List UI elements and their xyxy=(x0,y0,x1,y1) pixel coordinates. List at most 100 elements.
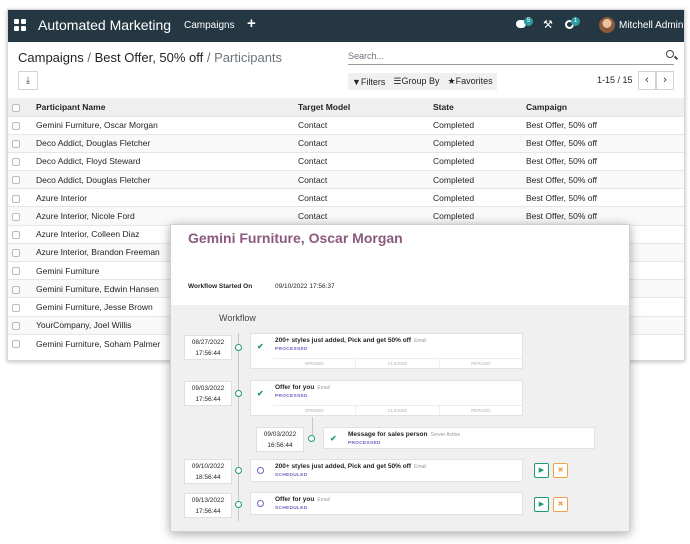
table-row[interactable]: Azure Interior Contact Completed Best Offer… xyxy=(8,188,684,207)
breadcrumb-campaigns[interactable]: Campaigns xyxy=(18,50,84,65)
row-select-cell xyxy=(8,170,32,189)
row-checkbox[interactable] xyxy=(12,230,20,239)
row-select-cell xyxy=(8,188,32,207)
participant-title: Gemini Furniture, Oscar Morgan xyxy=(188,230,403,246)
metric-clicked: CLICKED xyxy=(355,406,438,415)
cell-campaign: Best Offer, 50% off xyxy=(522,206,684,226)
cancel-activity-button[interactable]: ✖ xyxy=(553,497,568,512)
add-menu-icon[interactable]: + xyxy=(247,15,256,32)
row-checkbox[interactable] xyxy=(12,249,20,258)
activity-card[interactable]: 200+ styles just added, Pick and get 50%… xyxy=(250,459,523,482)
header-campaign[interactable]: Campaign xyxy=(522,98,684,116)
row-checkbox[interactable] xyxy=(12,194,20,203)
run-activity-button[interactable]: ▶ xyxy=(534,497,549,512)
row-checkbox[interactable] xyxy=(12,121,20,130)
activity-card[interactable]: ✔ Message for sales person Server Action … xyxy=(323,427,595,449)
scheduled-clock-icon xyxy=(257,500,264,507)
table-row[interactable]: Deco Addict, Douglas Fletcher Contact Comp… xyxy=(8,133,684,153)
row-checkbox[interactable] xyxy=(12,158,20,167)
cell-participant-name: Azure Interior xyxy=(32,188,294,207)
cell-state: Completed xyxy=(429,133,522,153)
row-select-cell xyxy=(8,260,32,280)
activity-date-box: 09/03/2022 17:56:44 xyxy=(184,381,232,406)
cell-target-model: Contact xyxy=(294,151,429,171)
cell-state: Completed xyxy=(429,115,522,135)
processed-check-icon: ✔ xyxy=(330,434,337,443)
timeline-node xyxy=(235,467,242,474)
activity-name: Offer for you xyxy=(275,384,315,391)
group-by-button[interactable]: ☰Group By xyxy=(389,76,443,87)
activity-status: PROCESSED xyxy=(275,347,308,352)
search-input[interactable]: Search... xyxy=(348,50,674,65)
filters-label: Filters xyxy=(360,76,386,87)
row-checkbox[interactable] xyxy=(12,321,20,330)
pager-previous-button[interactable]: ‹ xyxy=(638,71,656,90)
timeline-line xyxy=(238,333,239,521)
scheduled-clock-icon xyxy=(257,467,264,474)
row-select-cell xyxy=(8,224,32,244)
cell-participant-name: Deco Addict, Floyd Steward xyxy=(32,151,294,171)
activity-date: 09/03/2022 xyxy=(191,385,225,392)
row-checkbox[interactable] xyxy=(12,267,20,276)
activity-type: Email xyxy=(317,497,330,503)
row-checkbox[interactable] xyxy=(12,285,20,294)
header-target-model[interactable]: Target Model xyxy=(294,98,429,116)
cancel-activity-button[interactable]: ✖ xyxy=(553,463,568,478)
header-state[interactable]: State xyxy=(429,98,522,116)
group-by-label: Group By xyxy=(401,76,440,86)
workflow-started-label: Workflow Started On xyxy=(188,283,253,290)
activity-card[interactable]: ✔ Offer for you Email PROCESSED OPENED CL… xyxy=(250,380,523,416)
row-checkbox[interactable] xyxy=(12,212,20,221)
activity-date-box: 09/10/2022 18:56:44 xyxy=(184,459,232,484)
download-icon[interactable]: ⤓ xyxy=(18,71,38,90)
row-select-cell xyxy=(8,115,32,135)
favorites-label: Favorites xyxy=(455,76,493,86)
cell-participant-name: Gemini Furniture, Oscar Morgan xyxy=(32,115,294,135)
activity-card[interactable]: ✔ 200+ styles just added, Pick and get 5… xyxy=(250,333,523,369)
select-all-checkbox[interactable] xyxy=(12,103,20,112)
row-select-cell xyxy=(8,242,32,262)
row-checkbox[interactable] xyxy=(12,303,20,312)
pager-value[interactable]: 1-15 / 15 xyxy=(597,75,633,85)
table-row[interactable]: Deco Addict, Floyd Steward Contact Complet… xyxy=(8,151,684,171)
workflow-started-value: 09/10/2022 17:56:37 xyxy=(275,283,335,290)
activity-name: Offer for you xyxy=(275,496,315,503)
row-checkbox[interactable] xyxy=(12,340,20,349)
pager-next-button[interactable]: › xyxy=(656,71,674,90)
table-row[interactable]: Deco Addict, Douglas Fletcher Contact Comp… xyxy=(8,170,684,189)
row-select-cell xyxy=(8,297,32,317)
row-select-cell xyxy=(8,333,32,353)
menu-campaigns[interactable]: Campaigns xyxy=(184,20,235,31)
header-participant-name[interactable]: Participant Name xyxy=(32,98,294,116)
cell-participant-name: Deco Addict, Douglas Fletcher xyxy=(32,133,294,153)
row-checkbox[interactable] xyxy=(12,140,20,149)
cell-campaign: Best Offer, 50% off xyxy=(522,170,684,189)
user-name[interactable]: Mitchell Admin xyxy=(619,20,683,31)
table-row[interactable]: Gemini Furniture, Oscar Morgan Contact Com… xyxy=(8,115,684,135)
search-placeholder: Search... xyxy=(348,51,385,61)
activities-count-badge: 1 xyxy=(571,17,580,26)
activity-metrics: OPENED CLICKED REPLIED xyxy=(273,358,522,368)
favorites-button[interactable]: ★Favorites xyxy=(444,76,497,87)
debug-wrench-icon[interactable]: ⚒ xyxy=(543,18,553,31)
run-activity-button[interactable]: ▶ xyxy=(534,463,549,478)
row-checkbox[interactable] xyxy=(12,176,20,185)
apps-menu-icon[interactable] xyxy=(14,19,26,31)
cell-state: Completed xyxy=(429,206,522,226)
table-row[interactable]: Azure Interior, Nicole Ford Contact Comple… xyxy=(8,206,684,226)
activity-time: 17:56:44 xyxy=(195,396,221,403)
user-avatar[interactable] xyxy=(599,17,615,33)
row-select-cell xyxy=(8,206,32,226)
messages-count-badge: 5 xyxy=(524,17,533,26)
breadcrumb-campaign[interactable]: Best Offer, 50% off xyxy=(95,50,204,65)
activity-type: Email xyxy=(414,338,427,344)
table-header-row: Participant Name Target Model State Camp… xyxy=(8,98,684,116)
timeline-node xyxy=(235,501,242,508)
activity-metrics: OPENED CLICKED REPLIED xyxy=(273,405,522,415)
activity-card[interactable]: Offer for you Email SCHEDULED xyxy=(250,492,523,515)
filters-button[interactable]: ▼Filters xyxy=(348,77,389,87)
timeline-node xyxy=(235,344,242,351)
activity-type: Email xyxy=(414,464,427,470)
search-icon[interactable] xyxy=(666,50,674,58)
select-all-cell xyxy=(8,98,32,116)
